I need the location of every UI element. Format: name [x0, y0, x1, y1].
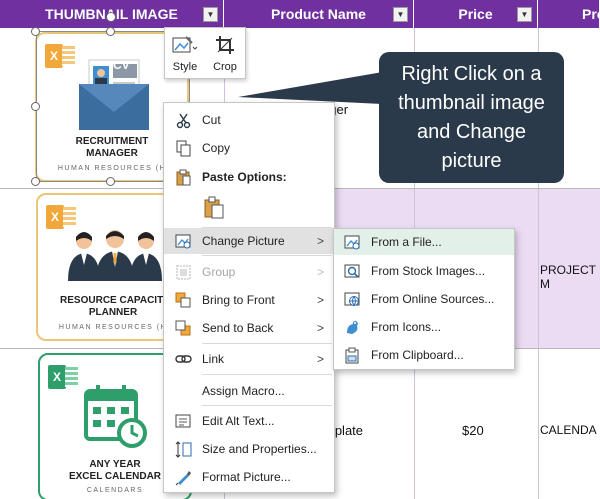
filter-dropdown-icon[interactable]: ▼: [517, 7, 532, 22]
submenu-item-label: From Icons...: [371, 320, 442, 334]
menu-item-label: Copy: [202, 141, 231, 155]
crop-icon: [216, 36, 234, 54]
menu-item-label: Cut: [202, 113, 221, 127]
filter-dropdown-icon[interactable]: ▼: [393, 7, 408, 22]
instruction-callout: Right Click on a thumbnail image and Cha…: [379, 52, 564, 183]
change-picture-icon: [175, 234, 191, 249]
menu-separator: [202, 374, 332, 375]
menu-item-label: Paste Options:: [202, 170, 287, 184]
column-header-product-type[interactable]: Pro: [538, 0, 600, 28]
stock-images-icon: [344, 264, 360, 278]
submenu-item-from-online-sources[interactable]: From Online Sources...: [334, 286, 514, 312]
submenu-arrow-icon: >: [316, 265, 324, 279]
submenu-arrow-icon: >: [316, 321, 324, 335]
menu-item-label: Group: [202, 265, 236, 279]
copy-icon: [176, 140, 191, 157]
online-sources-icon: [344, 292, 360, 307]
clipboard-icon: [176, 169, 191, 186]
menu-item-label: Assign Macro...: [202, 384, 285, 398]
column-header-product-name[interactable]: Product Name ▼: [224, 0, 414, 28]
excel-logo-icon: X: [46, 203, 76, 231]
column-header-label: Product Name: [271, 6, 366, 22]
menu-item-edit-alt-text[interactable]: Edit Alt Text...: [164, 408, 334, 434]
crop-label: Crop: [213, 61, 237, 73]
menu-item-assign-macro[interactable]: Assign Macro...: [164, 378, 334, 404]
menu-item-cut[interactable]: Cut: [164, 107, 334, 133]
submenu-item-from-file[interactable]: From a File...: [334, 229, 514, 255]
rotate-handle[interactable]: [106, 12, 116, 22]
send-to-back-icon: [175, 320, 191, 336]
product-type-cell[interactable]: CALENDA: [540, 423, 597, 437]
menu-item-label: Format Picture...: [202, 470, 291, 484]
column-header-label: Price: [458, 6, 493, 22]
column-header-price[interactable]: Price ▼: [414, 0, 538, 28]
submenu-arrow-icon: >: [316, 352, 324, 366]
submenu-item-label: From Stock Images...: [371, 264, 486, 278]
resize-handle[interactable]: [106, 177, 115, 186]
menu-item-label: Bring to Front: [202, 293, 275, 307]
size-properties-icon: [175, 441, 192, 458]
picture-file-icon: [344, 235, 360, 250]
link-icon: [175, 355, 192, 363]
price-cell[interactable]: $20: [462, 423, 484, 438]
paste-options-heading: Paste Options:: [164, 164, 334, 190]
resize-handle[interactable]: [31, 177, 40, 186]
callout-text: Right Click on a thumbnail image and Cha…: [398, 62, 545, 172]
submenu-item-label: From Clipboard...: [371, 348, 464, 362]
style-button[interactable]: Style: [165, 28, 205, 78]
paste-option-button[interactable]: [202, 196, 226, 220]
submenu-item-label: From Online Sources...: [371, 292, 495, 306]
context-menu: Cut Copy Paste Options: Change Picture >: [163, 102, 335, 493]
submenu-arrow-icon: >: [316, 234, 324, 248]
bring-to-front-icon: [175, 292, 191, 308]
menu-item-copy[interactable]: Copy: [164, 135, 334, 161]
resize-handle[interactable]: [31, 27, 40, 36]
format-picture-icon: [175, 471, 191, 486]
menu-separator: [202, 405, 332, 406]
icons-gallery-icon: [347, 321, 358, 334]
alt-text-icon: [175, 414, 191, 428]
change-picture-submenu: From a File... From Stock Images... From…: [333, 228, 515, 370]
menu-item-group[interactable]: Group >: [164, 259, 334, 285]
menu-item-change-picture[interactable]: Change Picture >: [164, 228, 334, 254]
menu-item-link[interactable]: Link >: [164, 346, 334, 372]
menu-item-format-picture[interactable]: Format Picture...: [164, 464, 334, 490]
column-header-label: Pro: [582, 6, 600, 22]
menu-item-label: Change Picture: [202, 234, 285, 248]
team-people-icon: [68, 230, 162, 281]
submenu-item-label: From a File...: [371, 235, 442, 249]
calendar-clock-icon: [84, 385, 147, 448]
menu-item-label: Edit Alt Text...: [202, 414, 275, 428]
menu-item-label: Link: [202, 352, 225, 366]
filter-dropdown-icon[interactable]: ▼: [203, 7, 218, 22]
mini-toolbar: Style Crop: [164, 27, 246, 79]
submenu-arrow-icon: >: [316, 293, 324, 307]
submenu-item-from-clipboard[interactable]: From Clipboard...: [334, 342, 514, 368]
resize-handle[interactable]: [106, 27, 115, 36]
paste-clipboard-icon: [204, 196, 224, 219]
product-type-cell[interactable]: PROJECT M: [540, 263, 600, 291]
scissors-icon: [176, 113, 191, 129]
menu-separator: [202, 343, 332, 344]
excel-logo-icon: X: [48, 363, 78, 391]
menu-item-bring-to-front[interactable]: Bring to Front >: [164, 287, 334, 313]
menu-item-label: Size and Properties...: [202, 442, 317, 456]
menu-item-size-and-properties[interactable]: Size and Properties...: [164, 436, 334, 462]
menu-item-label: Send to Back: [202, 321, 274, 335]
group-icon: [176, 265, 191, 280]
submenu-item-from-icons[interactable]: From Icons...: [334, 314, 514, 340]
menu-item-send-to-back[interactable]: Send to Back >: [164, 315, 334, 341]
crop-button[interactable]: Crop: [205, 28, 245, 78]
clipboard-picture-icon: [345, 347, 359, 364]
submenu-item-from-stock-images[interactable]: From Stock Images...: [334, 258, 514, 284]
resize-handle[interactable]: [31, 102, 40, 111]
style-label: Style: [172, 61, 198, 73]
menu-separator: [202, 255, 332, 256]
picture-style-icon: [172, 36, 198, 53]
